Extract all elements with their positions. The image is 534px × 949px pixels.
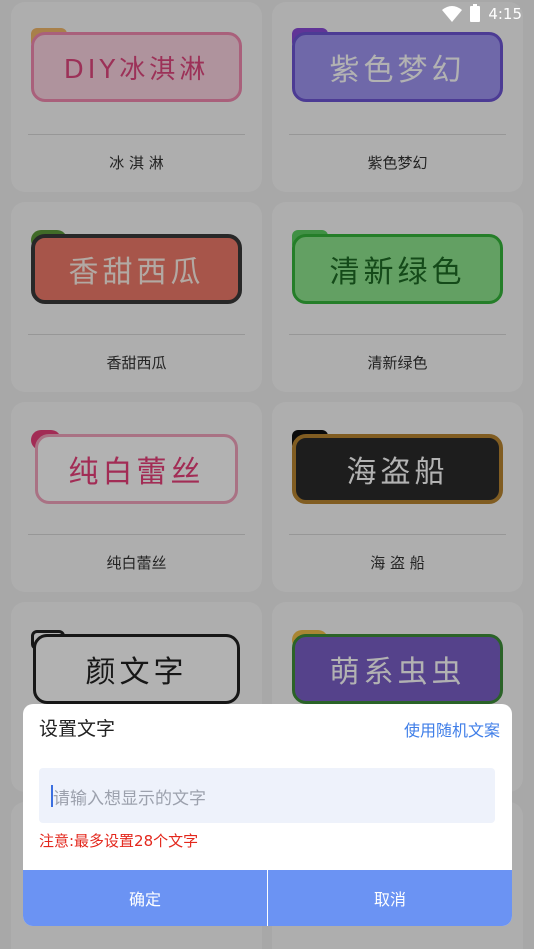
confirm-button[interactable]: 确定 bbox=[23, 870, 267, 926]
dialog-button-bar: 确定 取消 bbox=[23, 870, 512, 926]
status-bar: 4:15 bbox=[0, 0, 534, 30]
random-text-link[interactable]: 使用随机文案 bbox=[404, 717, 500, 741]
wifi-icon bbox=[442, 6, 463, 22]
text-input[interactable]: 请输入想显示的文字 bbox=[39, 768, 495, 823]
limit-notice: 注意:最多设置28个文字 bbox=[39, 832, 199, 850]
status-time: 4:15 bbox=[488, 5, 522, 23]
dialog-title: 设置文字 bbox=[39, 718, 116, 740]
cancel-button[interactable]: 取消 bbox=[267, 870, 512, 926]
set-text-dialog: 设置文字 使用随机文案 请输入想显示的文字 注意:最多设置28个文字 确定 取消 bbox=[23, 704, 512, 926]
text-input-placeholder: 请输入想显示的文字 bbox=[53, 789, 206, 809]
battery-icon bbox=[470, 4, 481, 22]
